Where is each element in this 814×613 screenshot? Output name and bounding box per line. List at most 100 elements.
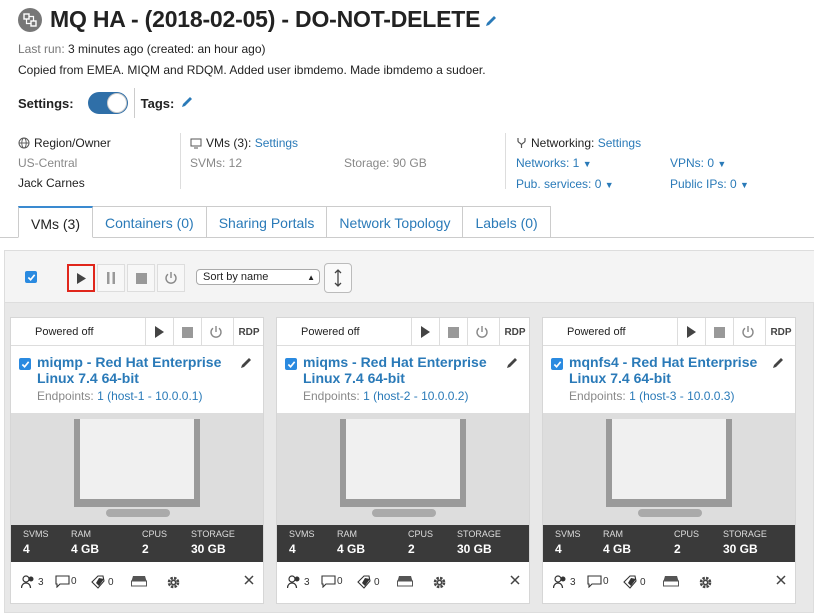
monitor-stand	[372, 509, 436, 517]
storage-value: Storage: 90 GB	[344, 156, 427, 170]
monitor-stand	[106, 509, 170, 517]
power-off-all-button[interactable]	[157, 264, 185, 292]
endpoints-link[interactable]: 1 (host-1 - 10.0.0.1)	[97, 389, 202, 403]
vm-stop-button[interactable]	[173, 318, 201, 346]
close-icon	[776, 575, 786, 585]
power-icon	[475, 326, 488, 338]
tab-network-topology[interactable]: Network Topology	[327, 206, 464, 238]
vm-start-button[interactable]	[145, 318, 173, 346]
vm-select-checkbox[interactable]	[285, 358, 297, 370]
page-title: MQ HA - (2018-02-05) - DO-NOT-DELETE	[50, 6, 481, 32]
vm-name-link[interactable]: miqms - Red Hat Enterprise Linux 7.4 64-…	[303, 354, 503, 386]
endpoints-link[interactable]: 1 (host-3 - 10.0.0.3)	[629, 389, 734, 403]
edit-vm-pencil-icon[interactable]	[239, 356, 253, 373]
tags-label: Tags:	[140, 95, 175, 111]
caret-down-icon: ▼	[717, 159, 727, 169]
users-button[interactable]: 3	[21, 575, 44, 589]
users-button[interactable]: 3	[287, 575, 310, 589]
globe-icon	[18, 137, 30, 149]
edit-vm-pencil-icon[interactable]	[771, 356, 785, 373]
settings-gear-button[interactable]	[432, 575, 448, 590]
vpns-dropdown[interactable]: VPNs: 0 ▼	[670, 153, 749, 174]
tab-sharing-portals[interactable]: Sharing Portals	[206, 206, 328, 238]
start-all-button[interactable]	[67, 264, 95, 292]
vm-rdp-button[interactable]: RDP	[233, 318, 264, 346]
sort-select-value: Sort by name	[203, 271, 269, 283]
vm-power-button[interactable]	[733, 318, 761, 346]
owner-value: Jack Carnes	[18, 176, 85, 190]
disk-button[interactable]	[663, 575, 680, 587]
vm-console-preview[interactable]	[11, 413, 263, 525]
title-row: MQ HA - (2018-02-05) - DO-NOT-DELETE	[18, 6, 498, 33]
networking-section: Networking: Settings Networks: 1 ▼ Pub. …	[516, 133, 641, 195]
power-icon	[741, 326, 754, 338]
tab-vms[interactable]: VMs (3)	[18, 206, 93, 238]
tags-button[interactable]: 0	[91, 575, 114, 589]
vm-stop-button[interactable]	[705, 318, 733, 346]
play-icon	[421, 326, 430, 338]
vm-stats: SVMS 4 RAM 4 GB CPUS 2 STORAGE 30 GB	[277, 525, 529, 562]
disk-button[interactable]	[131, 575, 148, 587]
users-icon	[553, 575, 566, 589]
public-ips-dropdown[interactable]: Public IPs: 0 ▼	[670, 174, 749, 195]
users-icon	[287, 575, 300, 589]
delete-vm-button[interactable]	[244, 575, 255, 585]
tags-button[interactable]: 0	[623, 575, 646, 589]
play-icon	[155, 326, 164, 338]
vm-power-button[interactable]	[201, 318, 229, 346]
sort-direction-button[interactable]	[324, 263, 352, 293]
vm-console-preview[interactable]	[543, 413, 795, 525]
comments-button[interactable]: 0	[55, 575, 77, 588]
updown-caret-icon: ▲	[307, 273, 315, 282]
settings-gear-button[interactable]	[166, 575, 182, 590]
pause-all-button[interactable]	[97, 264, 125, 292]
stat-ram: RAM 4 GB	[603, 529, 632, 556]
edit-title-pencil-icon[interactable]	[484, 14, 498, 31]
vm-console-preview[interactable]	[277, 413, 529, 525]
comments-button[interactable]: 0	[587, 575, 609, 588]
tags-button[interactable]: 0	[357, 575, 380, 589]
vm-stats: SVMS 4 RAM 4 GB CPUS 2 STORAGE 30 GB	[11, 525, 263, 562]
vm-rdp-button[interactable]: RDP	[499, 318, 530, 346]
edit-vm-pencil-icon[interactable]	[505, 356, 519, 373]
vm-start-button[interactable]	[677, 318, 705, 346]
stop-all-button[interactable]	[127, 264, 155, 292]
delete-vm-button[interactable]	[510, 575, 521, 585]
edit-tags-pencil-icon[interactable]	[180, 95, 194, 112]
comment-icon	[321, 575, 336, 588]
vm-select-checkbox[interactable]	[551, 358, 563, 370]
comments-button[interactable]: 0	[321, 575, 343, 588]
stat-svms: SVMS 4	[23, 529, 49, 556]
vm-name-link[interactable]: mqnfs4 - Red Hat Enterprise Linux 7.4 64…	[569, 354, 769, 386]
networking-label: Networking:	[531, 136, 595, 150]
gear-icon	[433, 576, 446, 589]
vm-start-button[interactable]	[411, 318, 439, 346]
users-button[interactable]: 3	[553, 575, 576, 589]
users-icon	[21, 575, 34, 589]
pub-services-dropdown[interactable]: Pub. services: 0 ▼	[516, 174, 641, 195]
vm-endpoints: Endpoints: 1 (host-1 - 10.0.0.1)	[37, 389, 203, 403]
vms-settings-link[interactable]: Settings	[255, 133, 298, 153]
vm-rdp-button[interactable]: RDP	[765, 318, 796, 346]
region-label: Region/Owner	[34, 136, 111, 150]
settings-toggle[interactable]	[87, 92, 128, 114]
pause-icon	[107, 272, 115, 284]
vm-select-checkbox[interactable]	[19, 358, 31, 370]
networks-dropdown[interactable]: Networks: 1 ▼	[516, 153, 641, 174]
select-all-checkbox[interactable]	[25, 271, 37, 283]
stat-ram: RAM 4 GB	[71, 529, 100, 556]
tab-labels[interactable]: Labels (0)	[463, 206, 551, 238]
region-value: US-Central	[18, 156, 78, 170]
endpoints-link[interactable]: 1 (host-2 - 10.0.0.2)	[363, 389, 468, 403]
stop-icon	[448, 326, 459, 338]
vm-name-link[interactable]: miqmp - Red Hat Enterprise Linux 7.4 64-…	[37, 354, 237, 386]
settings-gear-button[interactable]	[698, 575, 714, 590]
stop-icon	[182, 326, 193, 338]
disk-button[interactable]	[397, 575, 414, 587]
vm-stop-button[interactable]	[439, 318, 467, 346]
vm-power-button[interactable]	[467, 318, 495, 346]
tab-containers[interactable]: Containers (0)	[93, 206, 207, 238]
networking-settings-link[interactable]: Settings	[598, 133, 641, 153]
sort-select[interactable]: Sort by name ▲	[196, 269, 320, 285]
delete-vm-button[interactable]	[776, 575, 787, 585]
